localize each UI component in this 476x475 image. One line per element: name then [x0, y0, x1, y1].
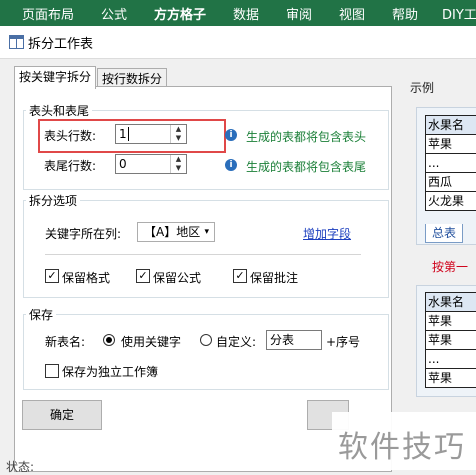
keep-formula-checkbox[interactable]: ✓: [136, 269, 150, 283]
new-name-label: 新表名:: [45, 333, 85, 350]
example-cell: 苹果: [426, 135, 476, 154]
example-cell: 苹果: [426, 312, 476, 331]
keyword-column-label: 关键字所在列:: [45, 225, 121, 242]
group-title-split-options: 拆分选项: [26, 192, 80, 209]
ribbon-tab-diy[interactable]: DIY工: [442, 4, 476, 23]
footer-rows-stepper[interactable]: 0 ▲▼: [115, 154, 187, 174]
example-cell: 西瓜: [426, 173, 476, 192]
example-cell: 苹果: [426, 331, 476, 350]
ribbon-tab-formulas[interactable]: 公式: [101, 4, 127, 23]
chevron-down-icon: ▾: [204, 223, 209, 241]
footer-rows-spin[interactable]: ▲▼: [170, 155, 186, 173]
keep-formula-label: 保留公式: [153, 269, 201, 286]
group-title-save: 保存: [26, 306, 56, 323]
save-independent-checkbox[interactable]: [45, 364, 59, 378]
custom-name-radio[interactable]: [200, 334, 212, 346]
group-title-header-footer: 表头和表尾: [26, 102, 92, 119]
add-field-link[interactable]: 增加字段: [303, 225, 351, 242]
header-rows-label: 表头行数:: [44, 127, 96, 144]
keep-comment-label: 保留批注: [250, 269, 298, 286]
ok-button[interactable]: 确定: [22, 400, 102, 430]
dialog-title-bar: 拆分工作表: [0, 26, 476, 59]
custom-name-label: 自定义:: [216, 333, 256, 350]
footer-rows-label: 表尾行数:: [44, 157, 96, 174]
keyword-column-value: 【A】地区: [144, 225, 200, 239]
ribbon-tab-fangfang[interactable]: 方方格子: [154, 4, 206, 23]
dialog-title: 拆分工作表: [28, 33, 93, 52]
footer-rows-value: 0: [119, 157, 127, 171]
divider: [45, 254, 361, 255]
custom-name-input[interactable]: 分表: [266, 330, 322, 350]
status-label: 状态:: [6, 458, 34, 475]
keep-format-label: 保留格式: [62, 269, 110, 286]
header-hint: 生成的表都将包含表头: [246, 128, 366, 145]
header-rows-stepper[interactable]: 1 ▲▼: [115, 124, 187, 144]
example-arrow-text: 按第一: [432, 258, 468, 275]
footer-hint: 生成的表都将包含表尾: [246, 158, 366, 175]
example-cell: 水果名: [426, 116, 476, 135]
ribbon-tab-data[interactable]: 数据: [233, 4, 259, 23]
split-sheet-icon: [9, 35, 24, 49]
header-rows-value: 1: [119, 127, 127, 141]
header-rows-spin[interactable]: ▲▼: [170, 125, 186, 143]
keep-format-checkbox[interactable]: ✓: [45, 269, 59, 283]
ribbon-tab-help[interactable]: 帮助: [392, 4, 418, 23]
example-title: 示例: [410, 79, 434, 96]
example-cell: 苹果: [426, 369, 476, 388]
ribbon-tab-view[interactable]: 视图: [339, 4, 365, 23]
use-keyword-label: 使用关键字: [121, 333, 181, 350]
ribbon-tab-bar: 页面布局 公式 方方格子 数据 审阅 视图 帮助 DIY工: [0, 0, 476, 26]
serial-suffix-label: +序号: [326, 333, 360, 350]
custom-name-value: 分表: [270, 333, 294, 347]
keyword-column-select[interactable]: 【A】地区 ▾: [137, 222, 215, 242]
save-independent-label: 保存为独立工作簿: [62, 363, 158, 380]
info-icon: i: [225, 159, 237, 171]
example-cell: 水果名: [426, 293, 476, 312]
watermark-text: 软件技巧: [338, 422, 466, 466]
example-table-source: 水果名 苹果 ... 西瓜 火龙果: [425, 115, 476, 211]
example-cell: ...: [426, 154, 476, 173]
ribbon-tab-review[interactable]: 审阅: [286, 4, 312, 23]
example-cell: ...: [426, 350, 476, 369]
tab-split-by-keyword[interactable]: 按关键字拆分: [14, 66, 96, 89]
example-sheet-tab: 总表: [425, 224, 463, 243]
use-keyword-radio[interactable]: [103, 334, 115, 346]
watermark: 软件技巧: [332, 412, 476, 470]
example-table-result: 水果名 苹果 苹果 ... 苹果: [425, 292, 476, 388]
ribbon-tab-page-layout[interactable]: 页面布局: [22, 4, 74, 23]
keep-comment-checkbox[interactable]: ✓: [233, 269, 247, 283]
info-icon: i: [225, 129, 237, 141]
example-cell: 火龙果: [426, 192, 476, 211]
